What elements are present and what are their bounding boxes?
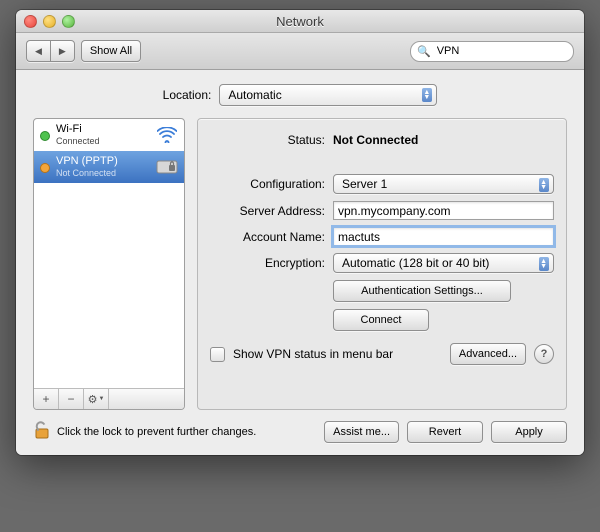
add-service-button[interactable]: + (34, 389, 59, 409)
help-icon: ? (541, 348, 548, 360)
lock-text: Click the lock to prevent further change… (57, 426, 256, 438)
status-dot-icon (40, 131, 50, 141)
server-address-input[interactable] (333, 201, 554, 220)
search-field[interactable]: 🔍 ✕ (410, 41, 574, 62)
sidebar-item-label: Wi-Fi (56, 123, 150, 135)
network-prefs-window: Network ◀ ▶ Show All 🔍 ✕ Location: Autom… (16, 10, 584, 455)
encryption-popup[interactable]: Automatic (128 bit or 40 bit)▲▼ (333, 253, 554, 273)
lock-icon[interactable] (33, 420, 51, 443)
chevron-down-icon: ▼ (98, 396, 104, 402)
status-value: Not Connected (333, 133, 554, 147)
show-status-checkbox[interactable] (210, 347, 225, 362)
remove-service-button[interactable]: − (59, 389, 84, 409)
back-button[interactable]: ◀ (26, 40, 50, 62)
revert-button[interactable]: Revert (407, 421, 483, 443)
apply-button[interactable]: Apply (491, 421, 567, 443)
connect-button[interactable]: Connect (333, 309, 429, 331)
chevron-right-icon: ▶ (59, 46, 66, 57)
services-sidebar: Wi-Fi Connected VPN (PPTP) Not Connected (33, 118, 185, 410)
show-all-button[interactable]: Show All (81, 40, 141, 62)
status-label: Status: (210, 133, 325, 147)
service-actions-button[interactable]: ⚙▼ (84, 389, 109, 409)
sidebar-item-label: VPN (PPTP) (56, 155, 150, 167)
location-popup[interactable]: Automatic ▲▼ (219, 84, 437, 106)
sidebar-item-status: Connected (56, 135, 150, 147)
titlebar[interactable]: Network (16, 10, 584, 33)
toolbar: ◀ ▶ Show All 🔍 ✕ (16, 33, 584, 70)
help-button[interactable]: ? (534, 344, 554, 364)
search-input[interactable] (435, 44, 581, 58)
sidebar-footer: + − ⚙▼ (34, 388, 184, 409)
auth-settings-button[interactable]: Authentication Settings... (333, 280, 511, 302)
minimize-icon[interactable] (43, 15, 56, 28)
sidebar-item-status: Not Connected (56, 167, 150, 179)
configuration-label: Configuration: (210, 177, 325, 191)
detail-panel: Status: Not Connected Configuration: Ser… (197, 118, 567, 410)
status-dot-icon (40, 163, 50, 173)
sidebar-item-wifi[interactable]: Wi-Fi Connected (34, 119, 184, 151)
location-label: Location: (163, 88, 212, 102)
chevron-left-icon: ◀ (35, 46, 42, 57)
assist-button[interactable]: Assist me... (324, 421, 399, 443)
search-icon: 🔍 (417, 45, 431, 58)
server-address-label: Server Address: (210, 204, 325, 218)
forward-button[interactable]: ▶ (50, 40, 75, 62)
show-status-label: Show VPN status in menu bar (233, 347, 393, 361)
vpn-lock-icon (156, 158, 178, 176)
close-icon[interactable] (24, 15, 37, 28)
nav-seg: ◀ ▶ (26, 40, 75, 62)
configuration-popup[interactable]: Server 1▲▼ (333, 174, 554, 194)
wifi-icon (156, 126, 178, 144)
zoom-icon[interactable] (62, 15, 75, 28)
encryption-label: Encryption: (210, 256, 325, 270)
window-title: Network (16, 14, 584, 29)
account-name-label: Account Name: (210, 230, 325, 244)
sidebar-item-vpn[interactable]: VPN (PPTP) Not Connected (34, 151, 184, 183)
account-name-input[interactable] (333, 227, 554, 246)
gear-icon: ⚙ (88, 393, 98, 406)
advanced-button[interactable]: Advanced... (450, 343, 526, 365)
